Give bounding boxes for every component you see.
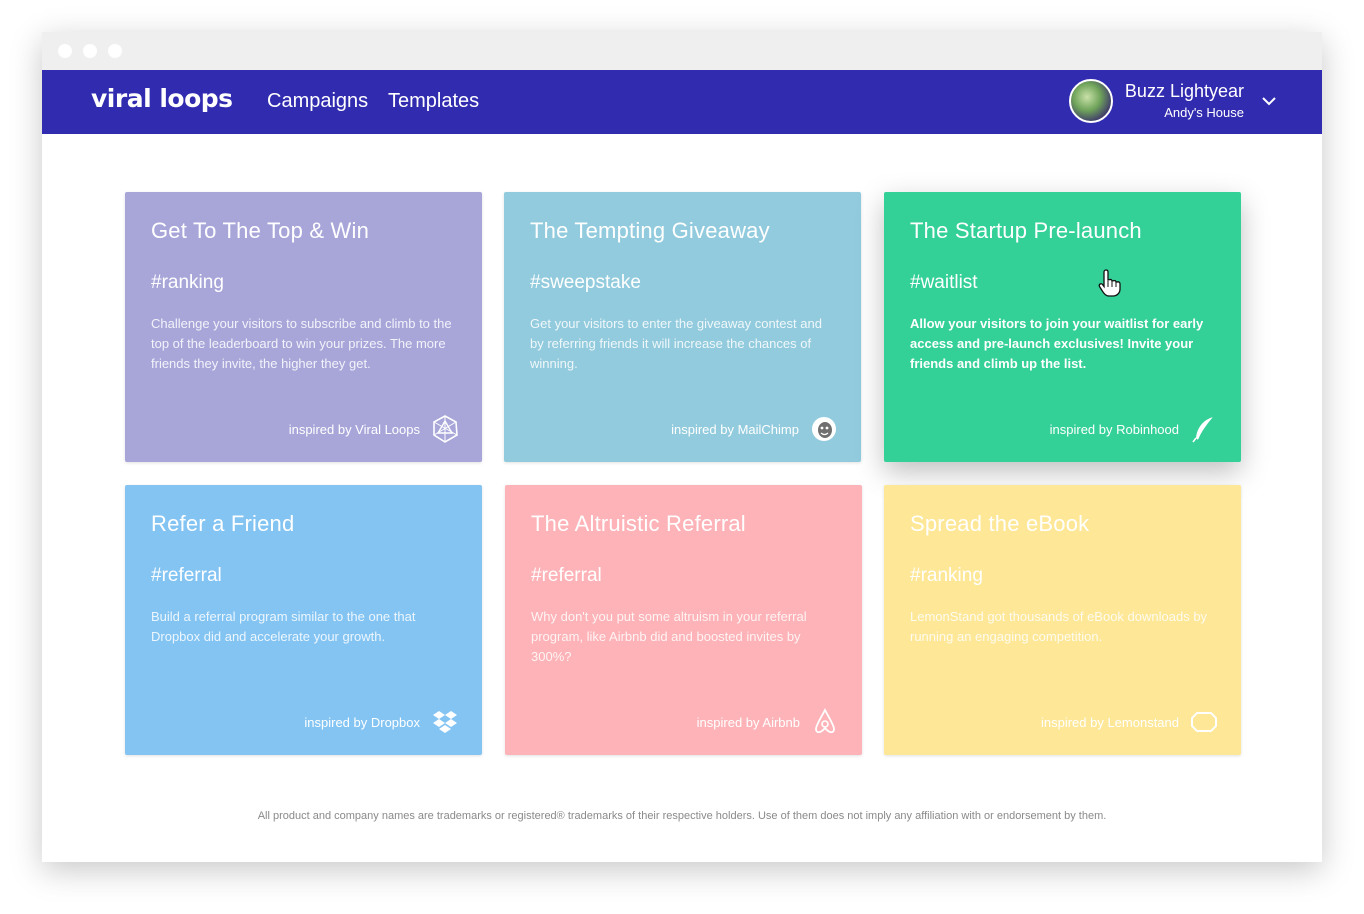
viral-loops-logo[interactable]: viral loops [91, 84, 233, 113]
dropbox-icon [433, 711, 457, 733]
trademark-disclaimer: All product and company names are tradem… [257, 810, 1107, 822]
user-name[interactable]: Buzz Lightyear [1125, 81, 1244, 102]
chevron-down-icon[interactable] [1260, 92, 1278, 110]
card-inspired-by: inspired by Airbnb [696, 714, 800, 730]
card-tag: #referral [151, 565, 222, 586]
card-tag: #referral [531, 565, 602, 586]
browser-window: viral loops Campaigns Templates Buzz Lig… [42, 32, 1322, 862]
template-card-get-to-the-top[interactable]: Get To The Top & Win #ranking Challenge … [125, 192, 482, 462]
mailchimp-icon [812, 417, 836, 441]
viral-loops-icon [433, 415, 458, 443]
card-tag: #waitlist [910, 272, 978, 293]
card-footer: inspired by Viral Loops [289, 414, 460, 444]
card-title: Refer a Friend [151, 511, 295, 536]
card-description: Get your visitors to enter the giveaway … [530, 316, 822, 371]
card-description: Allow your visitors to join your waitlis… [910, 316, 1204, 371]
window-dot-maximize[interactable] [108, 44, 122, 58]
card-description: LemonStand got thousands of eBook downlo… [910, 609, 1208, 644]
template-card-altruistic-referral[interactable]: The Altruistic Referral #referral Why do… [505, 485, 862, 755]
card-tag: #sweepstake [530, 272, 641, 293]
template-card-refer-a-friend[interactable]: Refer a Friend #referral Build a referra… [125, 485, 482, 755]
card-tag: #ranking [151, 272, 224, 293]
card-title: The Altruistic Referral [531, 511, 746, 536]
window-titlebar [42, 32, 1322, 70]
robinhood-feather-icon [1192, 416, 1214, 443]
card-tag: #ranking [910, 565, 983, 586]
nav-link-campaigns[interactable]: Campaigns [267, 90, 368, 113]
template-card-startup-pre-launch[interactable]: The Startup Pre-launch #waitlist Allow y… [884, 192, 1241, 462]
user-organization[interactable]: Andy's House [1164, 105, 1244, 120]
user-avatar[interactable] [1069, 79, 1113, 123]
card-description: Why don't you put some altruism in your … [531, 609, 807, 664]
card-footer: inspired by MailChimp [671, 414, 839, 444]
window-dot-close[interactable] [58, 44, 72, 58]
card-inspired-by: inspired by MailChimp [671, 421, 799, 437]
window-dot-minimize[interactable] [83, 44, 97, 58]
card-footer: inspired by Dropbox [304, 707, 460, 737]
pointer-hand-icon [1098, 269, 1121, 297]
lemonstand-icon [1191, 712, 1217, 732]
card-description: Build a referral program similar to the … [151, 609, 416, 644]
card-footer: inspired by Robinhood [1050, 414, 1219, 444]
card-inspired-by: inspired by Robinhood [1049, 421, 1179, 437]
card-footer: inspired by Lemonstand [1041, 707, 1219, 737]
airbnb-icon [815, 707, 835, 734]
card-title: The Tempting Giveaway [530, 218, 770, 243]
template-card-spread-the-ebook[interactable]: Spread the eBook #ranking LemonStand got… [884, 485, 1241, 755]
top-navbar: viral loops Campaigns Templates Buzz Lig… [42, 70, 1322, 134]
card-inspired-by: inspired by Lemonstand [1040, 714, 1179, 730]
card-title: The Startup Pre-launch [910, 218, 1142, 243]
card-title: Get To The Top & Win [151, 218, 370, 243]
template-card-tempting-giveaway[interactable]: The Tempting Giveaway #sweepstake Get yo… [504, 192, 861, 462]
nav-link-templates[interactable]: Templates [388, 90, 479, 113]
card-footer: inspired by Airbnb [697, 707, 840, 737]
card-inspired-by: inspired by Viral Loops [288, 421, 420, 437]
card-title: Spread the eBook [910, 511, 1090, 536]
card-description: Challenge your visitors to subscribe and… [151, 316, 452, 371]
card-inspired-by: inspired by Dropbox [304, 714, 420, 730]
